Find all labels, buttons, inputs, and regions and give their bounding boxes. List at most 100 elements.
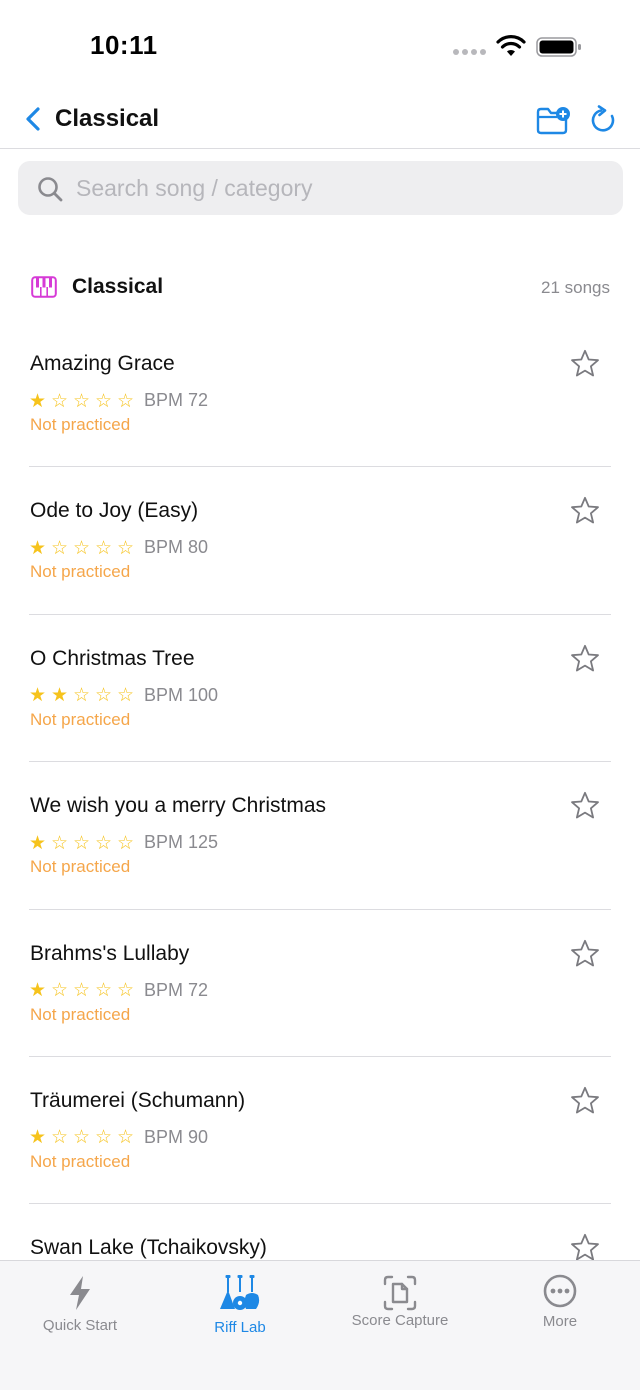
song-row[interactable]: We wish you a merry Christmas ★ ☆ ☆ ☆ ☆ BPM … [0,762,640,910]
star-outline-icon: ☆ [73,831,91,854]
star-outline-icon: ☆ [117,389,135,412]
song-bpm: BPM 125 [144,832,219,853]
rating-stars: ★ ☆ ☆ ☆ ☆ [29,833,139,853]
star-outline-icon: ☆ [95,1126,113,1149]
star-outline-icon: ☆ [117,536,135,559]
tab-label: More [542,1313,578,1330]
song-bpm: BPM 100 [144,684,219,705]
favorite-star-button[interactable] [569,495,601,527]
back-button[interactable] [18,104,48,134]
bolt-icon [70,1276,90,1310]
practice-status: Not practiced [30,1004,131,1024]
tab-quick-start[interactable]: Quick Start [0,1261,160,1361]
star-filled-icon: ★ [29,831,47,854]
star-outline-icon: ☆ [95,684,113,707]
page-title: Classical [55,105,160,132]
star-outline-icon: ☆ [73,536,91,559]
rating-stars: ★ ★ ☆ ☆ ☆ [29,685,139,705]
star-filled-icon: ★ [29,389,47,412]
song-list: Amazing Grace ★ ☆ ☆ ☆ ☆ BPM 72 Not practiced… [0,320,640,1260]
song-row[interactable]: Träumerei (Schumann) ★ ☆ ☆ ☆ ☆ BPM 90 Not pr… [0,1057,640,1205]
tab-bar: Quick Start Riff Lab Score Capture More [0,1260,640,1390]
star-filled-icon: ★ [29,979,47,1002]
difficulty-rating: ★ ☆ ☆ ☆ ☆ BPM 90 [29,1127,208,1148]
category-header: Classical 21 songs [0,268,640,308]
star-outline-icon: ☆ [95,389,113,412]
star-outline-icon: ☆ [73,1126,91,1149]
star-outline-icon: ☆ [51,389,69,412]
star-filled-icon: ★ [51,684,69,707]
piano-icon [31,276,57,298]
favorite-star-button[interactable] [569,938,601,970]
star-outline-icon: ☆ [95,831,113,854]
search-icon [38,177,63,202]
wifi-icon [496,35,526,56]
favorite-star-button[interactable] [569,643,601,675]
rating-stars: ★ ☆ ☆ ☆ ☆ [29,980,139,1000]
song-row[interactable]: Amazing Grace ★ ☆ ☆ ☆ ☆ BPM 72 Not practiced [0,320,640,468]
favorite-star-button[interactable] [569,348,601,380]
rating-stars: ★ ☆ ☆ ☆ ☆ [29,538,139,558]
status-bar: 10:11 [0,0,640,92]
star-outline-icon: ☆ [117,1126,135,1149]
difficulty-rating: ★ ☆ ☆ ☆ ☆ BPM 72 [29,980,208,1001]
song-title: We wish you a merry Christmas [30,794,327,818]
song-bpm: BPM 72 [144,979,209,1000]
star-outline-icon: ☆ [73,979,91,1002]
tab-score-capture[interactable]: Score Capture [320,1261,480,1361]
rating-stars: ★ ☆ ☆ ☆ ☆ [29,1127,139,1147]
navigation-bar: Classical [0,92,640,149]
song-row[interactable]: O Christmas Tree ★ ★ ☆ ☆ ☆ BPM 100 Not pract… [0,615,640,763]
song-row[interactable]: Brahms's Lullaby ★ ☆ ☆ ☆ ☆ BPM 72 Not practi… [0,910,640,1058]
tab-label: Score Capture [351,1312,449,1329]
practice-status: Not practiced [30,415,131,434]
star-outline-icon: ☆ [95,979,113,1002]
tab-label: Quick Start [42,1317,118,1334]
battery-icon [536,37,581,57]
search-input[interactable] [76,161,606,215]
practice-status: Not practiced [30,562,131,582]
document-scan-icon [383,1275,417,1311]
song-bpm: BPM 72 [144,390,209,410]
tab-label: Riff Lab [214,1319,266,1336]
star-outline-icon: ☆ [51,536,69,559]
song-title: Amazing Grace [30,352,175,375]
song-count: 21 songs [541,278,610,297]
guitars-icon [220,1275,260,1310]
song-title: Brahms's Lullaby [30,941,190,965]
star-filled-icon: ★ [29,684,47,707]
song-title: Swan Lake (Tchaikovsky) [30,1236,267,1260]
song-title: Ode to Joy (Easy) [30,499,199,523]
refresh-button[interactable] [588,104,620,136]
practice-status: Not practiced [30,857,131,877]
star-outline-icon: ☆ [117,979,135,1002]
star-outline-icon: ☆ [117,684,135,707]
rating-stars: ★ ☆ ☆ ☆ ☆ [29,391,139,411]
difficulty-rating: ★ ☆ ☆ ☆ ☆ BPM 80 [29,537,208,558]
song-row[interactable]: Ode to Joy (Easy) ★ ☆ ☆ ☆ ☆ BPM 80 Not pract… [0,467,640,616]
favorite-star-button[interactable] [569,1232,601,1260]
song-title: O Christmas Tree [30,646,195,670]
star-outline-icon: ☆ [51,979,69,1002]
more-icon [543,1274,577,1308]
favorite-star-button[interactable] [569,790,601,822]
song-title: Träumerei (Schumann) [30,1088,246,1112]
song-bpm: BPM 80 [144,537,209,558]
star-filled-icon: ★ [29,1126,47,1149]
practice-status: Not practiced [30,709,131,729]
practice-status: Not practiced [30,1151,131,1171]
difficulty-rating: ★ ☆ ☆ ☆ ☆ BPM 125 [29,832,218,853]
cellular-signal-icon [453,49,486,55]
star-filled-icon: ★ [29,536,47,559]
status-time: 10:11 [90,30,158,60]
star-outline-icon: ☆ [73,389,91,412]
search-bar [18,161,623,215]
tab-more[interactable]: More [480,1261,640,1361]
song-bpm: BPM 90 [144,1126,209,1147]
star-outline-icon: ☆ [95,536,113,559]
star-outline-icon: ☆ [51,831,69,854]
favorite-star-button[interactable] [569,1085,601,1117]
tab-riff-lab[interactable]: Riff Lab [160,1261,320,1361]
song-row[interactable]: Swan Lake (Tchaikovsky) ★☆☆☆☆ [0,1204,640,1260]
add-folder-button[interactable] [535,104,571,136]
